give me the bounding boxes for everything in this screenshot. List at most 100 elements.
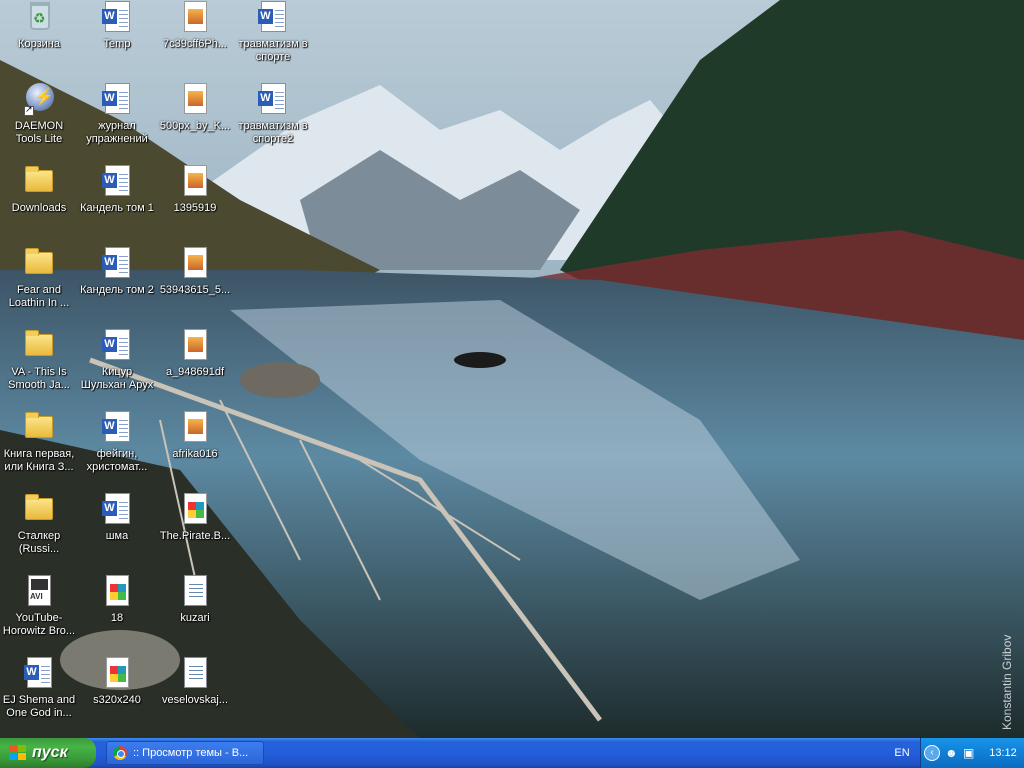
desktop-icon-label: Кандель том 1 xyxy=(80,202,154,214)
desktop-icon-picture[interactable]: The.Pirate.B... xyxy=(156,492,234,570)
desktop-icon-word-doc[interactable]: W фейгин, христомат... xyxy=(78,410,156,488)
taskbar-window-label: :: Просмотр темы - В... xyxy=(133,747,249,759)
desktop-icon-word-doc[interactable]: W Кандель том 1 xyxy=(78,164,156,242)
desktop-icon-word-doc[interactable]: W травматизм в спорте xyxy=(234,0,312,78)
system-tray: ‹ ☻ ▣ 13:12 xyxy=(920,738,1024,768)
desktop-icon-label: Downloads xyxy=(11,202,67,214)
desktop-icon-video[interactable]: YouTube-Horowitz Bro... xyxy=(0,574,78,652)
folder-icon xyxy=(25,330,53,356)
image-file-icon xyxy=(184,165,207,196)
taskbar: пуск :: Просмотр темы - В... EN ‹ ☻ ▣ 13… xyxy=(0,738,1024,768)
folder-icon xyxy=(25,248,53,274)
desktop-icon-label: EJ Shema and One God in... xyxy=(2,694,76,719)
desktop-icon-label: фейгин, христомат... xyxy=(86,448,148,473)
desktop-icon-folder[interactable]: Книга первая, или Книга З... xyxy=(0,410,78,488)
desktop-icon-label: The.Pirate.B... xyxy=(159,530,231,542)
desktop-icon-label: 7c39cff6Ph... xyxy=(162,38,227,50)
image-file-icon xyxy=(184,411,207,442)
desktop-icon-image[interactable]: 1395919 xyxy=(156,164,234,242)
desktop-icon-image[interactable]: 53943615_5... xyxy=(156,246,234,324)
word-document-icon: W xyxy=(24,657,52,688)
desktop-icon-image[interactable]: a_948691df xyxy=(156,328,234,406)
word-document-icon: W xyxy=(102,83,130,114)
image-file-icon xyxy=(184,247,207,278)
network-icon[interactable]: ▣ xyxy=(963,746,977,760)
desktop-icon-label: s320x240 xyxy=(93,694,141,706)
desktop-icon-label: травматизм в спорте xyxy=(238,38,308,63)
desktop-icon-label: YouTube-Horowitz Bro... xyxy=(2,612,76,637)
word-document-icon: W xyxy=(102,1,130,32)
start-button[interactable]: пуск xyxy=(0,738,96,768)
desktop-icon-word-doc[interactable]: W EJ Shema and One God in... xyxy=(0,656,78,734)
desktop-icon-label: 53943615_5... xyxy=(159,284,231,296)
desktop-icon-label: VA - This Is Smooth Ja... xyxy=(8,366,70,391)
desktop-icon-word-doc[interactable]: W Temp xyxy=(78,0,156,78)
desktop-icon-label: Сталкер (Russi... xyxy=(17,530,61,555)
desktop-icon-label: 18 xyxy=(110,612,124,624)
desktop-icon-recycle-bin[interactable]: Корзина xyxy=(0,0,78,78)
desktop-icon-label: Кандель том 2 xyxy=(80,284,154,296)
desktop-icon-folder[interactable]: Сталкер (Russi... xyxy=(0,492,78,570)
word-document-icon: W xyxy=(102,247,130,278)
word-document-icon: W xyxy=(258,83,286,114)
desktop-icon-image[interactable]: 500px_by_K... xyxy=(156,82,234,160)
desktop-icon-text-doc[interactable]: kuzari xyxy=(156,574,234,652)
picture-file-icon xyxy=(106,575,129,606)
image-file-icon xyxy=(184,329,207,360)
desktop-icon-word-doc[interactable]: W журнал упражнений xyxy=(78,82,156,160)
desktop-icon-folder[interactable]: VA - This Is Smooth Ja... xyxy=(0,328,78,406)
desktop-icon-label: Temp xyxy=(103,38,131,50)
desktop-icon-folder[interactable]: Downloads xyxy=(0,164,78,242)
word-document-icon: W xyxy=(102,329,130,360)
chrome-icon xyxy=(113,746,127,760)
desktop-icon-label: afrika016 xyxy=(172,448,218,460)
desktop-icon-label: DAEMON Tools Lite xyxy=(14,120,64,145)
folder-icon xyxy=(25,166,53,192)
desktop-icon-folder[interactable]: Fear and Loathin In ... xyxy=(0,246,78,324)
tray-app-icon[interactable]: ☻ xyxy=(945,746,959,760)
desktop-icon-label: травматизм в спорте2 xyxy=(238,120,308,145)
recycle-bin-icon xyxy=(30,2,50,30)
picture-file-icon xyxy=(106,657,129,688)
image-file-icon xyxy=(184,1,207,32)
desktop-icon-label: Fear and Loathin In ... xyxy=(8,284,70,309)
desktop-icon-text-doc[interactable]: veselovskaj... xyxy=(156,656,234,734)
desktop-icon-word-doc[interactable]: W травматизм в спорте2 xyxy=(234,82,312,160)
desktop-icon-image[interactable]: 7c39cff6Ph... xyxy=(156,0,234,78)
text-document-icon xyxy=(184,657,207,688)
desktop-icon-image[interactable]: afrika016 xyxy=(156,410,234,488)
desktop-icon-label: veselovskaj... xyxy=(161,694,229,706)
folder-icon xyxy=(25,412,53,438)
desktop-icon-label: Кицур Шульхан Арух xyxy=(80,366,154,391)
desktop-icon-label: Корзина xyxy=(18,38,60,50)
show-hidden-icons-button[interactable]: ‹ xyxy=(924,745,940,761)
desktop-icon-label: журнал упражнений xyxy=(86,120,148,145)
text-document-icon xyxy=(184,575,207,606)
desktop-icon-picture[interactable]: 18 xyxy=(78,574,156,652)
desktop-icon-word-doc[interactable]: W шма xyxy=(78,492,156,570)
word-document-icon: W xyxy=(102,411,130,442)
folder-icon xyxy=(25,494,53,520)
desktop-icon-word-doc[interactable]: W Кандель том 2 xyxy=(78,246,156,324)
desktop-icon-label: Книга первая, или Книга З... xyxy=(3,448,75,473)
desktop-icon-label: 500px_by_K... xyxy=(159,120,231,132)
word-document-icon: W xyxy=(258,1,286,32)
wallpaper-watermark: Konstantin Gribov xyxy=(1000,634,1014,730)
word-document-icon: W xyxy=(102,493,130,524)
desktop-icon-label: шма xyxy=(105,530,129,542)
clock[interactable]: 13:12 xyxy=(983,738,1023,768)
desktop-icon-daemon-tools[interactable]: DAEMON Tools Lite xyxy=(0,82,78,160)
shortcut-arrow-icon xyxy=(24,104,34,116)
desktop-icon-word-doc[interactable]: W Кицур Шульхан Арух xyxy=(78,328,156,406)
image-file-icon xyxy=(184,83,207,114)
windows-flag-icon xyxy=(9,745,26,761)
language-indicator[interactable]: EN xyxy=(890,744,914,762)
desktop-icon-label: 1395919 xyxy=(173,202,217,214)
start-button-label: пуск xyxy=(32,744,68,761)
desktop-icon-picture[interactable]: s320x240 xyxy=(78,656,156,734)
desktop-icon-label: a_948691df xyxy=(165,366,225,378)
desktop-icon-label: kuzari xyxy=(180,612,210,624)
avi-video-icon xyxy=(28,575,51,606)
taskbar-window-button[interactable]: :: Просмотр темы - В... xyxy=(106,741,264,765)
word-document-icon: W xyxy=(102,165,130,196)
